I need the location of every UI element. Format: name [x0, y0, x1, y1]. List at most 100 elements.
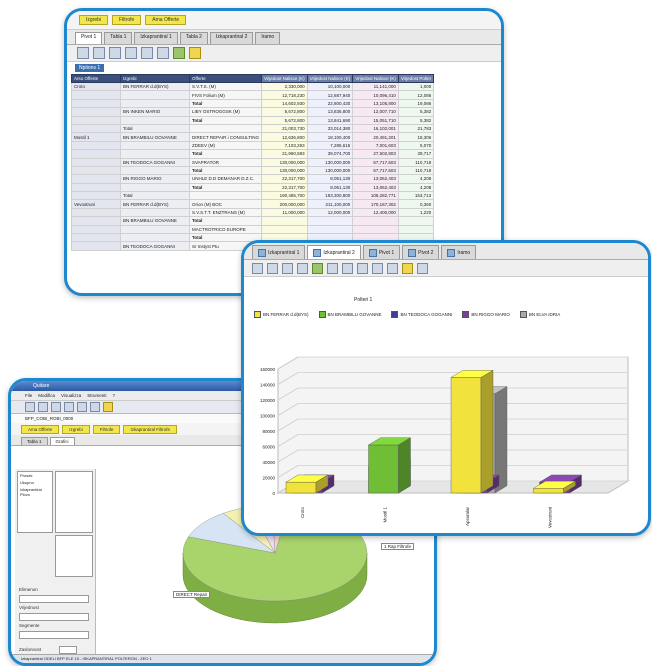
table-row[interactable]: ZDEEV (M) 7,103,293 7,285,615 7,001,603 5,07… — [71, 140, 435, 151]
table-cell[interactable]: 13,105,800 — [352, 98, 399, 109]
table-cell[interactable]: 130,000,000 — [306, 157, 354, 167]
print-icon[interactable] — [103, 402, 113, 412]
table-cell[interactable]: 21,783 — [397, 123, 435, 134]
table-cell[interactable] — [306, 216, 354, 226]
table-cell[interactable]: 12,636,800 — [261, 132, 308, 142]
table-cell[interactable] — [71, 241, 121, 251]
filter-chip[interactable]: Ama Offerte — [21, 424, 60, 434]
tab-iramo[interactable]: Iramo — [255, 32, 281, 44]
table-cell[interactable]: 7,001,603 — [352, 140, 399, 151]
table-cell[interactable]: 108,282,771 — [352, 191, 399, 201]
table-cell[interactable]: 27,502,803 — [352, 149, 399, 159]
table-cell[interactable]: 5,672,800 — [261, 115, 308, 125]
column-header[interactable]: Vrijedost Nalisce (K) — [352, 74, 399, 83]
table-cell[interactable] — [71, 140, 121, 151]
table-cell[interactable] — [71, 207, 121, 218]
table-cell[interactable] — [261, 216, 308, 226]
table-row[interactable]: Mostil 1 BN BRAMBILU GOVANNE DIRECT REPAIR… — [71, 132, 435, 142]
table-cell[interactable]: 7,103,293 — [261, 140, 308, 151]
table-row[interactable]: Total 21,003,730 33,014,380 16,102,001 21,78… — [71, 123, 435, 134]
table-cell[interactable]: 16,102,001 — [352, 123, 399, 134]
table-cell[interactable]: 130,000,000 — [261, 157, 308, 167]
table-cell[interactable]: 130,000,000 — [306, 165, 354, 176]
table-cell[interactable] — [71, 174, 121, 184]
tab-table-1[interactable]: Tabla 1 — [21, 437, 48, 445]
table-cell[interactable]: 110,718 — [397, 157, 435, 167]
table-row[interactable]: Total 14,602,930 22,800,430 13,105,800 19,08… — [71, 98, 435, 109]
table-cell[interactable]: Mostil 1 — [71, 132, 121, 142]
list-item[interactable]: Ukupno — [18, 479, 52, 486]
pivot-icon[interactable] — [109, 47, 121, 59]
table-cell[interactable]: Total — [188, 98, 263, 109]
table-cell[interactable]: 18,306 — [397, 132, 435, 142]
table-cell[interactable] — [71, 165, 121, 176]
table-cell[interactable] — [120, 233, 190, 243]
table-cell[interactable]: 13,062,403 — [352, 174, 399, 184]
table-cell[interactable]: DIRECT REPAIR i CONSULTING — [188, 132, 263, 142]
grid-icon[interactable] — [77, 47, 89, 59]
table-cell[interactable]: Total — [188, 115, 263, 125]
series-list[interactable] — [55, 535, 93, 577]
table-cell[interactable]: 21,960,583 — [261, 149, 308, 159]
table-cell[interactable] — [71, 157, 121, 167]
table-cell[interactable]: MACTROTRICO EUROPE — [188, 224, 263, 235]
tab-table-1[interactable]: Tabla 1 — [104, 32, 133, 44]
table-cell[interactable]: 5,382 — [397, 115, 435, 125]
column-header[interactable]: Vrijedost Nalisce (K) — [261, 74, 308, 83]
table-row[interactable]: BN BRAMBILU GOVANNE Total — [71, 216, 435, 226]
menu-item-help[interactable]: ? — [112, 393, 115, 398]
table-cell[interactable] — [120, 165, 190, 176]
table-row[interactable]: BN INKEN MARIO LIBY OSTROGGSK (M) 5,672,80… — [71, 107, 435, 117]
table-cell[interactable]: BN TEODOCA GOGANNI — [120, 157, 190, 167]
table-row[interactable]: Total 21,960,583 39,074,700 27,502,803 39,71… — [71, 149, 435, 159]
table-cell[interactable]: 193,300,800 — [306, 191, 354, 201]
table-cell[interactable]: BN INKEN MARIO — [120, 107, 190, 117]
open-icon[interactable] — [38, 402, 48, 412]
copy-icon[interactable] — [77, 402, 87, 412]
selection-dropdown[interactable]: Nptions 1 — [75, 64, 105, 72]
table-cell[interactable]: 12,007,710 — [352, 107, 399, 117]
print-icon[interactable] — [189, 47, 201, 59]
table-row[interactable]: Vevostruni BN FERRAR d.d(BYS) Orion (M) BO… — [71, 199, 435, 209]
table-row[interactable]: Croto BN FERRAR d.d(BYS) S.V.T.S. (M) 2,330… — [71, 81, 435, 92]
table-cell[interactable]: 10,100,000 — [306, 81, 354, 92]
table-cell[interactable]: 1,000 — [397, 81, 435, 92]
tab-chart-1[interactable]: Izkaprantiral 1 — [134, 32, 178, 44]
table-cell[interactable]: Total — [188, 182, 263, 193]
chart-icon[interactable] — [141, 47, 153, 59]
table-cell[interactable]: 15,051,710 — [352, 115, 399, 125]
table-cell[interactable]: 5,672,800 — [261, 107, 308, 117]
table-cell[interactable]: 13,062,403 — [352, 182, 399, 193]
table-cell[interactable]: 12,000,000 — [306, 207, 354, 218]
table-cell[interactable] — [71, 191, 121, 201]
table-cell[interactable]: 20,491,201 — [352, 132, 399, 142]
table-cell[interactable] — [120, 149, 190, 159]
column-header[interactable]: Offerte — [188, 74, 263, 83]
table-cell[interactable] — [71, 90, 121, 100]
table-cell[interactable]: 8,051,130 — [306, 182, 354, 193]
table-cell[interactable]: 67,717,603 — [352, 157, 399, 167]
table-cell[interactable]: 5,070 — [397, 140, 435, 151]
table-cell[interactable] — [306, 224, 354, 235]
table-cell[interactable]: 11,000,000 — [261, 207, 308, 218]
table-cell[interactable]: 14,602,930 — [261, 98, 308, 109]
table-cell[interactable]: SVAPRATOR — [188, 157, 263, 167]
column-header[interactable]: Vrijedost Polter — [397, 74, 435, 83]
table-cell[interactable]: 190,485,700 — [261, 191, 308, 201]
table-cell[interactable] — [71, 115, 121, 125]
paste-icon[interactable] — [90, 402, 100, 412]
table-row[interactable]: Total 190,485,700 193,300,800 108,282,771 15… — [71, 191, 435, 201]
table-cell[interactable]: Total — [188, 216, 263, 226]
list-item[interactable]: Izkaprantiral Plovo — [18, 486, 52, 498]
table-cell[interactable]: 4,208 — [397, 182, 435, 193]
table-cell[interactable] — [261, 224, 308, 235]
table-icon[interactable] — [93, 47, 105, 59]
table-cell[interactable]: 12,086 — [397, 90, 435, 100]
save-icon[interactable] — [51, 402, 61, 412]
table-cell[interactable]: 67,717,603 — [352, 165, 399, 176]
table-row[interactable]: MACTROTRICO EUROPE — [71, 224, 435, 235]
cut-icon[interactable] — [64, 402, 74, 412]
table-cell[interactable]: UNHLE D.D DEMANAR D.Z.C. — [188, 174, 263, 184]
table-cell[interactable]: 13,836,800 — [306, 107, 354, 117]
table-cell[interactable]: Vevostruni — [71, 199, 121, 209]
